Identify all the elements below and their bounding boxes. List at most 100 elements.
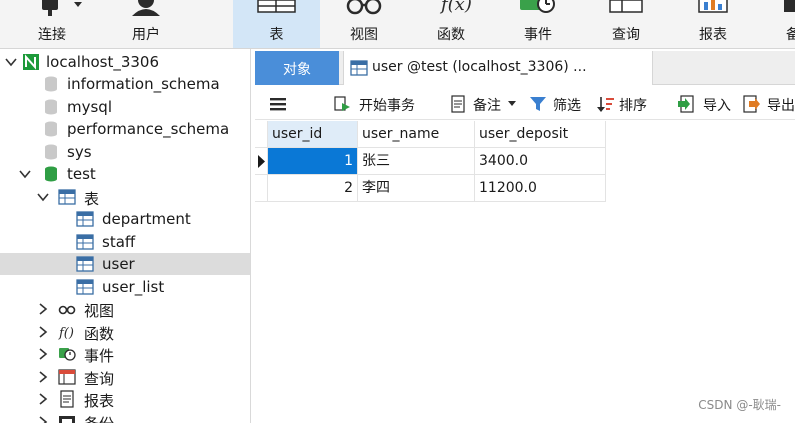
user-icon xyxy=(132,0,160,16)
toolbar-label: 导出 xyxy=(767,98,795,114)
svg-text:f(x): f(x) xyxy=(439,0,472,15)
table-cell[interactable]: 3400.0 xyxy=(475,148,606,175)
chevron-right-icon[interactable] xyxy=(36,392,50,406)
tree-label: test xyxy=(67,165,96,183)
dropdown-caret-icon xyxy=(508,101,516,106)
tree-tables-group[interactable]: 表 xyxy=(0,186,250,208)
tree-database[interactable]: information_schema xyxy=(0,73,250,95)
tree-database[interactable]: mysql xyxy=(0,96,250,118)
tree-database[interactable]: sys xyxy=(0,141,250,163)
database-icon xyxy=(45,76,57,92)
query-icon xyxy=(609,0,643,13)
filter-button[interactable]: 筛选 xyxy=(529,88,589,120)
table-cell[interactable]: 张三 xyxy=(358,148,475,175)
tree-queries-group[interactable]: 查询 xyxy=(0,366,250,388)
tab-table-user[interactable]: user @test (localhost_3306) ... xyxy=(343,51,653,85)
toolbar-user-button[interactable]: 用户 xyxy=(106,0,186,48)
toolbar-view-button[interactable]: 视图 xyxy=(324,0,404,48)
tree-functions-group[interactable]: f() 函数 xyxy=(0,321,250,343)
tree-label: user xyxy=(102,255,135,273)
chevron-right-icon[interactable] xyxy=(36,415,50,423)
sort-button[interactable]: 排序 xyxy=(597,88,657,120)
database-icon xyxy=(45,121,57,137)
menu-button[interactable] xyxy=(269,88,293,120)
chevron-down-icon[interactable] xyxy=(18,167,32,181)
toolbar-query-button[interactable]: 查询 xyxy=(586,0,666,48)
table-cell[interactable]: 李四 xyxy=(358,175,475,202)
tree-table-user[interactable]: user xyxy=(0,253,250,275)
sort-icon xyxy=(597,97,614,112)
table-cell[interactable]: 1 xyxy=(268,148,358,175)
toolbar-backup-button[interactable]: 备 xyxy=(760,0,795,48)
column-header[interactable]: user_id xyxy=(268,121,358,148)
tree-table-user-list[interactable]: user_list xyxy=(0,276,250,298)
tab-label: user @test (localhost_3306) ... xyxy=(372,59,587,75)
tree-events-group[interactable]: 事件 xyxy=(0,343,250,365)
chevron-down-icon[interactable] xyxy=(36,190,50,204)
chevron-right-icon[interactable] xyxy=(36,302,50,316)
toolbar-label: 报表 xyxy=(699,27,727,43)
table-cell[interactable]: 11200.0 xyxy=(475,175,606,202)
toolbar-label: 连接 xyxy=(38,27,66,43)
toolbar-connect-button[interactable]: 连接 xyxy=(12,0,92,48)
tree-label: user_list xyxy=(102,278,165,296)
table-icon xyxy=(76,279,94,295)
tab-objects[interactable]: 对象 xyxy=(255,51,339,85)
tree-connection[interactable]: localhost_3306 xyxy=(0,51,250,73)
tree-label: 备份 xyxy=(84,413,114,423)
view-glasses-icon xyxy=(58,305,76,315)
tree-label: 视图 xyxy=(84,302,115,320)
table-cell[interactable]: 2 xyxy=(268,175,358,202)
table-icon xyxy=(76,234,94,250)
toolbar-label: 开始事务 xyxy=(359,98,415,114)
report-icon xyxy=(698,0,728,13)
chevron-right-icon[interactable] xyxy=(36,370,50,384)
view-glasses-icon xyxy=(346,0,382,15)
export-button[interactable]: 导出 xyxy=(743,88,795,120)
tree-backups-group[interactable]: 备份 xyxy=(0,411,250,423)
chevron-right-icon[interactable] xyxy=(36,347,50,361)
tree-label: 函数 xyxy=(84,325,115,343)
tree-label: staff xyxy=(102,233,136,251)
toolbar-table-button[interactable]: 表 xyxy=(233,0,320,48)
connect-icon xyxy=(42,0,82,16)
toolbar-event-button[interactable]: 事件 xyxy=(498,0,578,48)
tree-label: information_schema xyxy=(67,75,220,93)
tree-table-staff[interactable]: staff xyxy=(0,231,250,253)
tree-database[interactable]: performance_schema xyxy=(0,118,250,140)
tree-label: 事件 xyxy=(84,347,115,365)
tree-views-group[interactable]: 视图 xyxy=(0,298,250,320)
table-icon xyxy=(76,256,94,272)
toolbar-label: 导入 xyxy=(703,98,731,114)
current-row-arrow-icon xyxy=(258,155,265,168)
tree-reports-group[interactable]: 报表 xyxy=(0,388,250,410)
function-icon: f(x) xyxy=(439,0,472,15)
tree-table-department[interactable]: department xyxy=(0,208,250,230)
toolbar-label: 筛选 xyxy=(553,98,581,114)
column-header[interactable]: user_deposit xyxy=(475,121,606,148)
row-indicator[interactable] xyxy=(255,175,268,202)
tree-database-open[interactable]: test xyxy=(0,163,250,185)
backup-icon xyxy=(784,0,795,12)
row-indicator[interactable] xyxy=(255,148,268,175)
chevron-down-icon[interactable] xyxy=(4,55,18,69)
event-icon xyxy=(520,0,555,13)
toolbar-label: 视图 xyxy=(350,27,378,43)
toolbar-label: 事件 xyxy=(524,27,552,43)
import-button[interactable]: 导入 xyxy=(677,88,737,120)
begin-transaction-button[interactable]: 开始事务 xyxy=(333,88,433,120)
import-icon xyxy=(678,95,694,113)
navigation-tree: localhost_3306 information_schema mysql … xyxy=(0,49,251,423)
note-button[interactable]: 备注 xyxy=(449,88,521,120)
tree-label: sys xyxy=(67,143,92,161)
toolbar-report-button[interactable]: 报表 xyxy=(673,0,753,48)
toolbar-label: 备注 xyxy=(473,98,501,114)
toolbar-label: 用户 xyxy=(132,27,160,43)
column-header[interactable]: user_name xyxy=(358,121,475,148)
toolbar-function-button[interactable]: f(x) 函数 xyxy=(411,0,491,48)
report-icon xyxy=(60,390,74,408)
chevron-right-icon[interactable] xyxy=(36,325,50,339)
begin-transaction-icon xyxy=(334,96,350,111)
event-icon xyxy=(59,348,76,361)
function-icon: f() xyxy=(58,326,74,341)
